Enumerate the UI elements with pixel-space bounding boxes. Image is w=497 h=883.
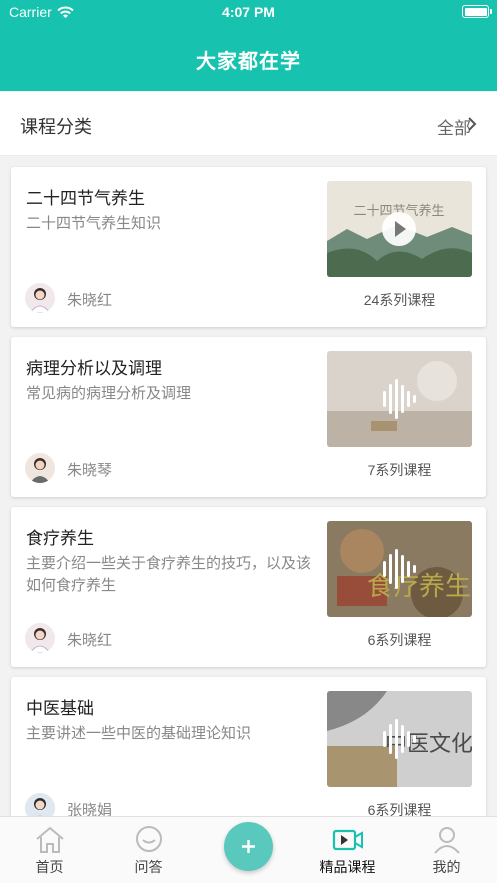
thumbnail-caption: 中医文化 (385, 732, 472, 757)
course-series-count: 6系列课程 (367, 632, 432, 648)
course-thumbnail[interactable] (327, 351, 472, 447)
avatar (25, 453, 55, 483)
thumbnail-caption: 食疗养生 (367, 572, 471, 602)
course-description: 常见病的病理分析及调理 (26, 385, 192, 402)
course-author: 朱晓红 (67, 292, 113, 309)
avatar (25, 283, 55, 313)
tab-label: 首页 (35, 859, 64, 875)
add-button[interactable] (224, 822, 273, 871)
page-title: 大家都在学 (196, 51, 301, 73)
course-thumbnail[interactable]: 二十四节气养生 (327, 181, 472, 277)
battery-icon (462, 5, 492, 18)
course-card[interactable]: 中医基础 主要讲述一些中医的基础理论知识 张晓娟 中医文化 6系列课程 (11, 677, 486, 837)
course-title: 病理分析以及调理 (26, 359, 162, 378)
course-description: 主要讲述一些中医的基础理论知识 (26, 725, 252, 742)
course-title: 中医基础 (26, 699, 94, 718)
tab-home[interactable]: 首页 (0, 817, 99, 883)
course-card[interactable]: 病理分析以及调理 常见病的病理分析及调理 朱晓琴 7系列课程 (11, 337, 486, 497)
top-bar: Carrier 4:07 PM 大家都在学 (0, 0, 497, 91)
course-thumbnail[interactable]: 中医文化 (327, 691, 472, 787)
category-title: 课程分类 (20, 117, 92, 137)
course-description: 二十四节气养生知识 (26, 215, 162, 232)
course-title: 二十四节气养生 (26, 189, 145, 208)
course-title: 食疗养生 (26, 529, 94, 548)
category-bar[interactable]: 课程分类 全部 (0, 92, 497, 156)
tab-courses[interactable]: 精品课程 (298, 817, 397, 883)
home-icon (36, 826, 64, 853)
tab-qa[interactable]: 问答 (99, 817, 198, 883)
course-series-count: 7系列课程 (367, 462, 432, 478)
tab-label: 问答 (134, 859, 163, 875)
status-time: 4:07 PM (222, 4, 275, 20)
status-bar: Carrier 4:07 PM (0, 0, 497, 26)
tab-label: 我的 (432, 859, 461, 875)
course-series-count: 24系列课程 (363, 292, 436, 308)
course-author: 朱晓红 (67, 632, 113, 649)
user-icon (434, 827, 460, 854)
video-icon (332, 829, 363, 851)
course-card[interactable]: 食疗养生 主要介绍一些关于食疗养生的技巧，以及该如何食疗养生 朱晓红 食疗养生 … (11, 507, 486, 667)
course-thumbnail[interactable]: 食疗养生 (327, 521, 472, 617)
chat-icon (136, 826, 162, 852)
chevron-right-icon[interactable] (461, 113, 483, 135)
tab-label: 精品课程 (319, 859, 376, 875)
course-author: 朱晓琴 (67, 462, 113, 479)
tab-bar: 首页 问答 精品课程 我的 (0, 816, 497, 883)
course-description: 主要介绍一些关于食疗养生的技巧，以及该如何食疗养生 (26, 555, 312, 594)
plus-icon (242, 840, 255, 853)
avatar (25, 623, 55, 653)
tab-profile[interactable]: 我的 (397, 817, 496, 883)
course-card[interactable]: 二十四节气养生 二十四节气养生知识 朱晓红 二十四节气养生 24系列课程 (11, 167, 486, 327)
